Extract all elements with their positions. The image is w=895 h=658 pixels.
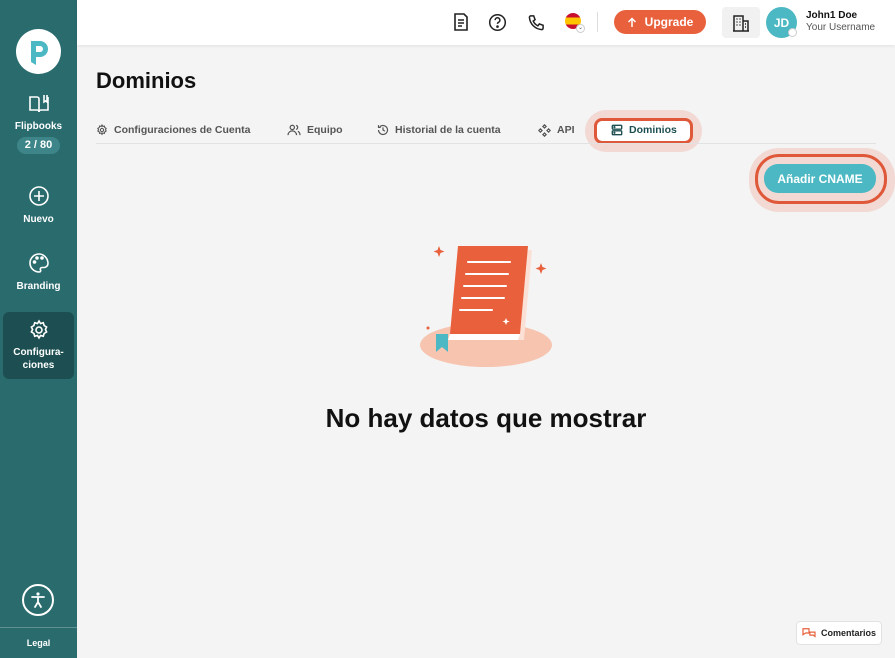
palette-icon (28, 253, 49, 273)
sidebar-item-configuraciones[interactable]: Configura-ciones (3, 312, 74, 379)
sidebar-item-branding[interactable]: Branding (3, 252, 74, 293)
settings-tabs: Configuraciones de Cuenta Equipo Histori… (96, 116, 876, 144)
server-icon (611, 124, 623, 136)
tab-label: Dominios (629, 124, 677, 136)
add-cname-button[interactable]: Añadir CNAME (764, 164, 876, 193)
sidebar-item-label: Configura-ciones (13, 347, 64, 371)
feedback-label: Comentarios (820, 628, 876, 638)
history-icon (377, 124, 389, 136)
tab-equipo[interactable]: Equipo (287, 122, 343, 138)
logo-icon (30, 40, 48, 65)
sidebar-item-label: Nuevo (23, 214, 54, 225)
user-name: John1 Doe (806, 10, 858, 21)
arrow-up-icon (627, 16, 636, 27)
tab-dominios[interactable]: Dominios (611, 122, 677, 138)
tab-label: Configuraciones de Cuenta (114, 124, 251, 136)
tab-label: API (557, 124, 575, 136)
feedback-icon (802, 628, 816, 638)
tab-label: Equipo (307, 124, 343, 136)
feedback-button[interactable]: Comentarios (796, 621, 882, 645)
help-circle-icon (488, 13, 506, 31)
sidebar-item-nuevo[interactable]: Nuevo (3, 185, 74, 226)
phone-icon (528, 14, 544, 30)
topbar-divider (597, 12, 598, 32)
docs-button[interactable] (451, 12, 471, 32)
tab-api[interactable]: API (538, 122, 575, 138)
sidebar-item-label: Flipbooks (14, 121, 63, 132)
tab-label: Historial de la cuenta (395, 124, 501, 136)
gear-icon (97, 124, 107, 136)
tab-historial-de-la-cuenta[interactable]: Historial de la cuenta (377, 122, 501, 138)
gear-icon (29, 319, 48, 340)
sidebar-divider (0, 627, 77, 628)
help-button[interactable] (487, 12, 507, 32)
page-title: Dominios (96, 68, 197, 93)
legal-link[interactable]: Legal (0, 638, 77, 648)
api-icon (538, 123, 551, 137)
empty-state-illustration (420, 246, 552, 367)
chevron-down-icon (788, 28, 797, 37)
empty-state-message: No hay datos que mostrar (325, 403, 647, 433)
tab-configuraciones-de-cuenta[interactable]: Configuraciones de Cuenta (96, 122, 251, 138)
sidebar: Flipbooks 2 / 80 Nuevo Branding Configur… (0, 0, 77, 658)
phone-button[interactable] (526, 12, 546, 32)
chevron-down-icon: ⌄ (576, 24, 585, 33)
flipbook-count-badge: 2 / 80 (16, 137, 61, 154)
upgrade-button[interactable]: Upgrade (614, 10, 706, 34)
sidebar-item-label: Branding (16, 281, 61, 292)
book-open-icon (28, 95, 49, 113)
user-username: Your Username (806, 22, 876, 33)
building-icon (733, 14, 749, 32)
document-icon (454, 13, 468, 31)
accessibility-button[interactable] (22, 584, 54, 616)
app-logo[interactable] (16, 29, 61, 74)
plus-circle-icon (28, 186, 49, 206)
upgrade-label: Upgrade (644, 15, 694, 29)
topbar: ⌄ Upgrade JD John1 Doe Your Username (77, 0, 895, 45)
accessibility-icon (31, 592, 45, 608)
sidebar-item-flipbooks[interactable]: Flipbooks 2 / 80 (3, 94, 74, 154)
organization-button[interactable] (722, 7, 760, 38)
users-icon (287, 124, 301, 136)
